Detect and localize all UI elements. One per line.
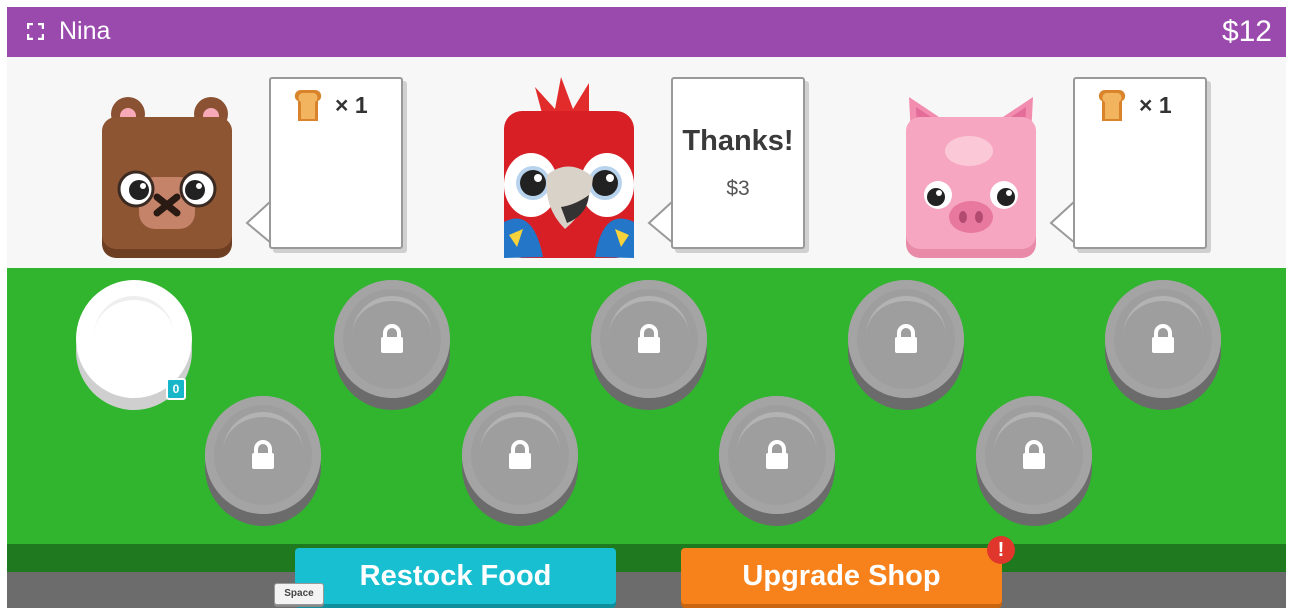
lock-icon: [638, 324, 660, 353]
lock-icon: [252, 440, 274, 469]
bear-avatar: [102, 97, 232, 258]
toast-icon: [1098, 90, 1126, 121]
plate-1[interactable]: 0: [76, 280, 192, 410]
customer-area: × 1 Thanks! $3 × 1: [7, 57, 1286, 268]
fullscreen-icon[interactable]: [27, 23, 44, 40]
tip-amount: $3: [726, 177, 750, 200]
thanks-bubble: Thanks! $3: [671, 77, 805, 249]
counter-edge: [7, 544, 1286, 572]
plate-count-badge: 0: [166, 378, 186, 400]
top-bar: Nina $12: [7, 7, 1286, 57]
order-bubble: × 1: [269, 77, 403, 249]
locked-plate[interactable]: [462, 396, 578, 526]
restock-food-button[interactable]: Restock Food: [295, 548, 616, 604]
parrot-avatar: [504, 77, 634, 258]
customer-parrot[interactable]: Thanks! $3: [503, 57, 833, 268]
locked-plate[interactable]: [719, 396, 835, 526]
locked-plate[interactable]: [334, 280, 450, 410]
bubble-tail: [245, 200, 271, 244]
locked-plate[interactable]: [591, 280, 707, 410]
thanks-message: Thanks!: [682, 125, 794, 157]
pig-avatar: [906, 97, 1036, 258]
order-quantity: × 1: [335, 91, 368, 118]
bubble-tail: [1049, 200, 1075, 244]
player-name: Nina: [59, 17, 111, 45]
space-hotkey-hint: Space: [274, 583, 324, 605]
lock-icon: [1152, 324, 1174, 353]
alert-icon: !: [987, 536, 1015, 564]
order-line: × 1: [1097, 89, 1172, 121]
lock-icon: [895, 324, 917, 353]
locked-plate[interactable]: [976, 396, 1092, 526]
order-bubble: × 1: [1073, 77, 1207, 249]
customer-bear[interactable]: × 1: [101, 57, 431, 268]
locked-plate[interactable]: [1105, 280, 1221, 410]
lock-icon: [766, 440, 788, 469]
order-quantity: × 1: [1139, 91, 1172, 118]
upgrade-shop-button[interactable]: Upgrade Shop: [681, 548, 1002, 604]
locked-plate[interactable]: [205, 396, 321, 526]
customer-pig[interactable]: × 1: [905, 57, 1235, 268]
money-display: $12: [1221, 15, 1272, 48]
lock-icon: [381, 324, 403, 353]
bubble-tail: [647, 200, 673, 244]
order-line: × 1: [293, 89, 368, 121]
locked-plate[interactable]: [848, 280, 964, 410]
lock-icon: [509, 440, 531, 469]
lock-icon: [1023, 440, 1045, 469]
floor: [7, 572, 1286, 608]
toast-icon: [294, 90, 322, 121]
